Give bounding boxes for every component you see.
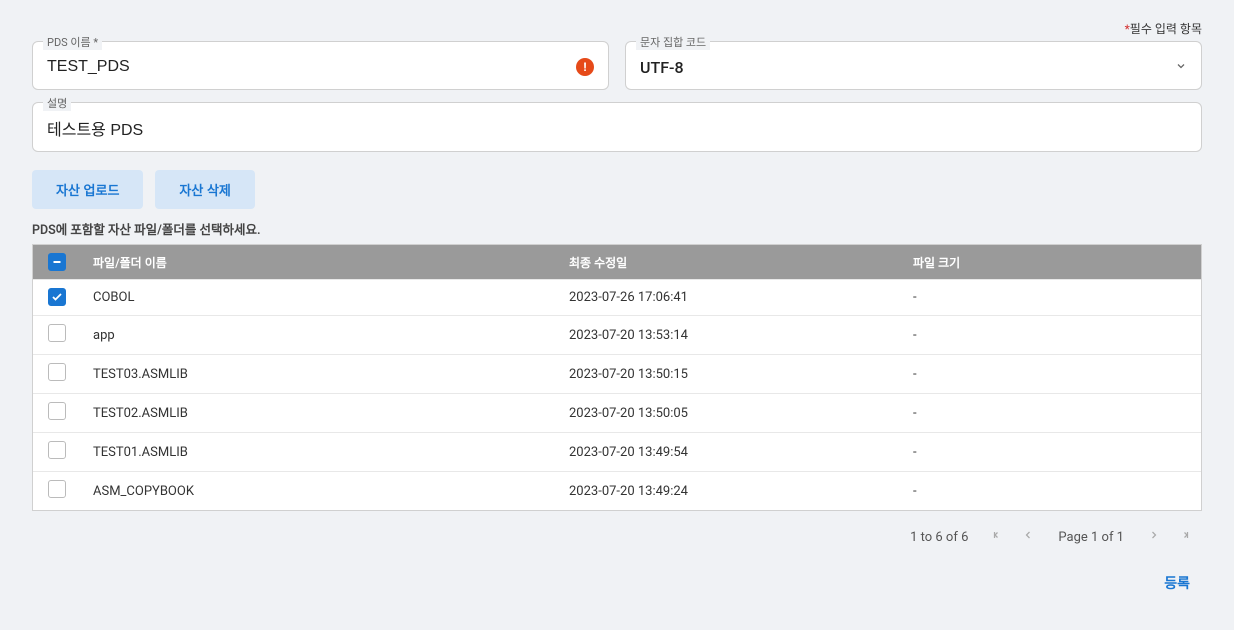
table-row: COBOL2023-07-26 17:06:41- <box>33 279 1201 315</box>
page-first-icon[interactable] <box>992 529 1004 545</box>
row-file-size: - <box>901 437 1201 468</box>
page-prev-icon[interactable] <box>1022 529 1034 545</box>
chevron-down-icon <box>1175 60 1187 75</box>
asset-table: 파일/폴더 이름 최종 수정일 파일 크기 COBOL2023-07-26 17… <box>32 244 1202 511</box>
pagination-range: 1 to 6 of 6 <box>910 530 968 545</box>
asset-upload-button[interactable]: 자산 업로드 <box>32 170 143 209</box>
row-modified-date: 2023-07-20 13:50:05 <box>557 398 901 429</box>
row-file-name: TEST02.ASMLIB <box>81 398 557 429</box>
description-label: 설명 <box>43 95 71 111</box>
pagination-page: Page 1 of 1 <box>1058 530 1124 545</box>
pagination: 1 to 6 of 6 Page 1 of 1 <box>32 511 1202 549</box>
table-row: TEST02.ASMLIB2023-07-20 13:50:05- <box>33 393 1201 432</box>
table-row: ASM_COPYBOOK2023-07-20 13:49:24- <box>33 471 1201 510</box>
required-fields-notice: *필수 입력 항목 <box>32 20 1202 37</box>
description-input[interactable] <box>47 119 1187 137</box>
pds-name-label: PDS 이름 * <box>43 34 102 50</box>
row-file-size: - <box>901 476 1201 507</box>
row-checkbox[interactable] <box>48 441 66 459</box>
charset-label: 문자 집합 코드 <box>636 34 710 50</box>
helper-text: PDS에 포함할 자산 파일/폴더를 선택하세요. <box>32 219 1202 238</box>
row-modified-date: 2023-07-20 13:53:14 <box>557 320 901 351</box>
table-header-row: 파일/폴더 이름 최종 수정일 파일 크기 <box>33 245 1201 279</box>
charset-select[interactable]: UTF-8 <box>640 58 1187 77</box>
description-field-group: 설명 <box>32 102 1202 152</box>
table-row: TEST03.ASMLIB2023-07-20 13:50:15- <box>33 354 1201 393</box>
row-checkbox[interactable] <box>48 324 66 342</box>
charset-value: UTF-8 <box>640 58 684 77</box>
pds-name-input[interactable] <box>47 58 576 76</box>
submit-button[interactable]: 등록 <box>1164 573 1190 593</box>
column-header-size: 파일 크기 <box>901 246 1201 279</box>
page-last-icon[interactable] <box>1178 529 1190 545</box>
row-checkbox[interactable] <box>48 402 66 420</box>
row-checkbox[interactable] <box>48 480 66 498</box>
row-file-size: - <box>901 359 1201 390</box>
row-checkbox[interactable] <box>48 288 66 306</box>
error-icon: ! <box>576 58 594 76</box>
table-row: TEST01.ASMLIB2023-07-20 13:49:54- <box>33 432 1201 471</box>
page-next-icon[interactable] <box>1148 529 1160 545</box>
row-modified-date: 2023-07-20 13:50:15 <box>557 359 901 390</box>
row-file-name: app <box>81 320 557 351</box>
row-file-name: TEST01.ASMLIB <box>81 437 557 468</box>
row-file-name: COBOL <box>81 282 557 313</box>
row-file-size: - <box>901 282 1201 313</box>
table-row: app2023-07-20 13:53:14- <box>33 315 1201 354</box>
row-modified-date: 2023-07-20 13:49:54 <box>557 437 901 468</box>
column-header-date: 최종 수정일 <box>557 246 901 279</box>
select-all-checkbox[interactable] <box>48 253 66 271</box>
row-file-size: - <box>901 320 1201 351</box>
row-file-size: - <box>901 398 1201 429</box>
row-checkbox[interactable] <box>48 363 66 381</box>
charset-field-group: 문자 집합 코드 UTF-8 <box>625 41 1202 90</box>
row-file-name: ASM_COPYBOOK <box>81 476 557 507</box>
row-modified-date: 2023-07-20 13:49:24 <box>557 476 901 507</box>
column-header-name: 파일/폴더 이름 <box>81 246 557 279</box>
asset-delete-button[interactable]: 자산 삭제 <box>155 170 254 209</box>
pds-name-field-group: PDS 이름 * ! <box>32 41 609 90</box>
row-modified-date: 2023-07-26 17:06:41 <box>557 282 901 313</box>
row-file-name: TEST03.ASMLIB <box>81 359 557 390</box>
